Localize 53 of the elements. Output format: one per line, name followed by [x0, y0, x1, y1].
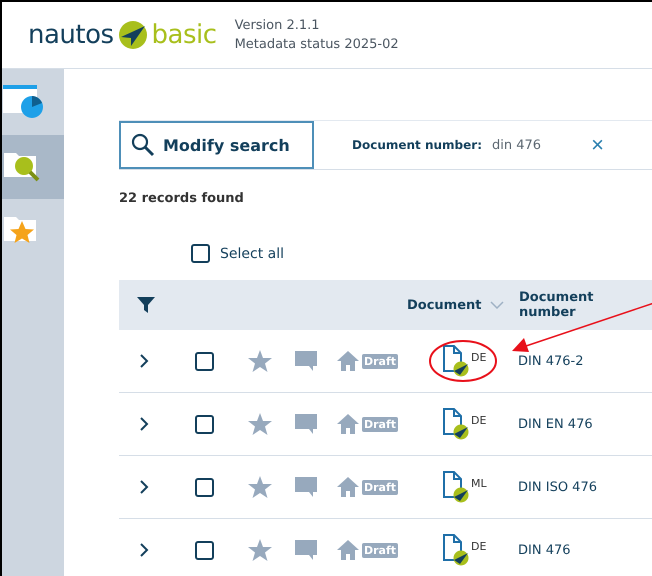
star-icon[interactable]	[248, 539, 272, 561]
filter-icon[interactable]	[137, 296, 155, 314]
document-number: DIN 476	[518, 542, 571, 558]
language-code: DE	[471, 414, 486, 426]
document-icon	[443, 534, 470, 566]
language-code: DE	[471, 540, 486, 552]
row-checkbox[interactable]	[195, 352, 214, 370]
language-code: DE	[471, 350, 486, 364]
document-icon	[443, 345, 470, 377]
document-number: DIN EN 476	[518, 416, 593, 432]
column-header[interactable]: Document	[407, 298, 519, 312]
document-number: DIN ISO 476	[518, 480, 597, 494]
expand-chevron-icon[interactable]	[139, 353, 149, 369]
house-icon[interactable]	[337, 477, 359, 497]
result-count: 22 records found	[119, 191, 245, 206]
clear-filter-button[interactable]: ×	[591, 132, 604, 158]
search-icon	[131, 133, 155, 157]
document-icon	[443, 471, 470, 503]
language-code: ML	[471, 476, 487, 490]
comment-icon[interactable]	[295, 414, 317, 434]
expand-chevron-icon[interactable]	[139, 416, 149, 432]
row-checkbox[interactable]	[195, 540, 214, 560]
star-icon[interactable]	[248, 350, 272, 372]
star-icon[interactable]	[248, 413, 272, 435]
comment-icon[interactable]	[295, 540, 317, 560]
house-icon[interactable]	[337, 351, 359, 371]
document-number: DIN 476-2	[518, 354, 584, 368]
logo-icon	[118, 20, 148, 50]
row-checkbox[interactable]	[195, 478, 214, 496]
expand-chevron-icon[interactable]	[139, 542, 149, 558]
version-text: Version 2.1.1	[234, 18, 321, 33]
logo-text: nautos	[28, 20, 114, 50]
metadata-status-text: Metadata status 2025-02	[234, 37, 399, 52]
document-icon	[443, 408, 470, 440]
select-all-checkbox[interactable]	[191, 244, 210, 263]
column-header[interactable]: Document number	[519, 290, 609, 320]
filter-value: din 476	[492, 138, 542, 152]
draft-badge: Draft	[362, 416, 398, 432]
star-icon[interactable]	[248, 476, 272, 498]
select-all-label: Select all	[220, 246, 284, 262]
house-icon[interactable]	[337, 540, 359, 560]
row-checkbox[interactable]	[195, 414, 214, 434]
draft-badge: Draft	[362, 354, 398, 368]
draft-badge: Draft	[362, 542, 398, 558]
sidebar-item[interactable]	[2, 135, 64, 199]
expand-chevron-icon[interactable]	[139, 479, 149, 495]
comment-icon[interactable]	[295, 351, 317, 371]
draft-badge: Draft	[362, 480, 398, 494]
filter-label: Document number:	[352, 138, 482, 152]
modify-search-button[interactable]: Modify search	[119, 121, 314, 169]
logo-text: basic	[152, 20, 217, 50]
house-icon[interactable]	[337, 414, 359, 434]
comment-icon[interactable]	[295, 477, 317, 497]
